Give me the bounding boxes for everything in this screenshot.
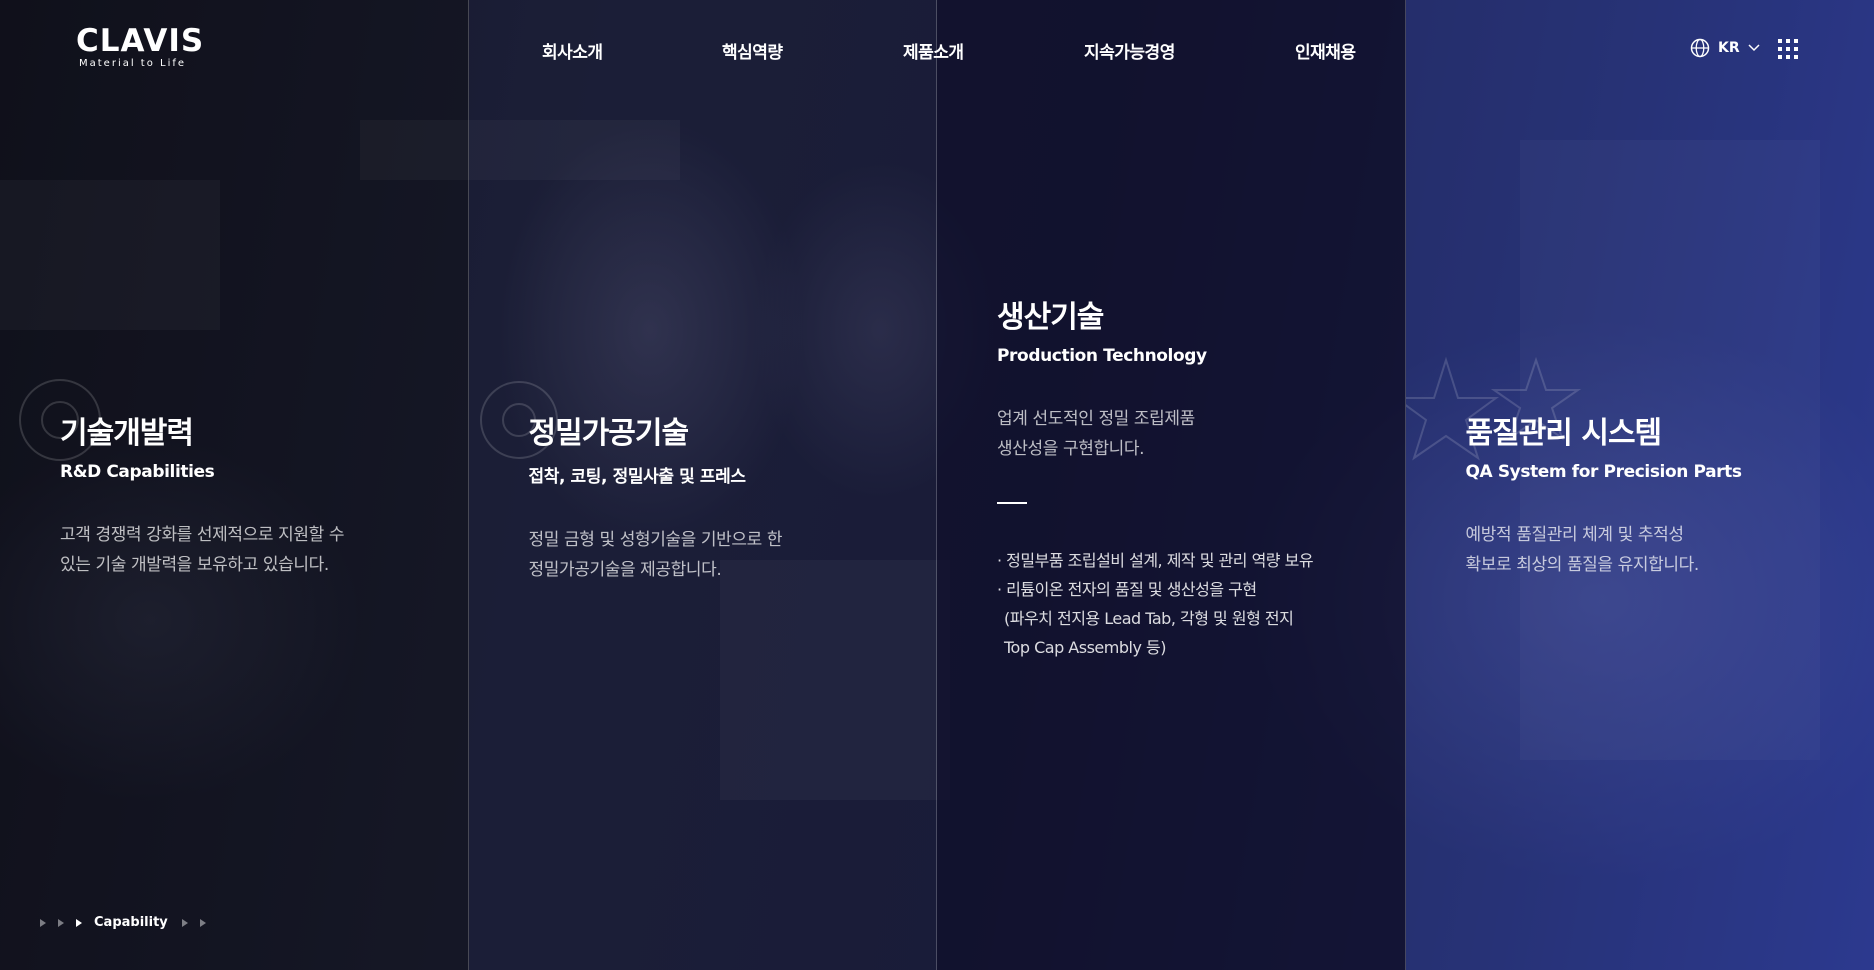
panel-content: 기술개발력 R&D Capabilities 고객 경쟁력 강화를 선제적으로 …	[60, 408, 428, 580]
panel-rnd[interactable]: 기술개발력 R&D Capabilities 고객 경쟁력 강화를 선제적으로 …	[0, 0, 469, 970]
desc-line: 생산성을 구현합니다.	[997, 439, 1145, 459]
pager-dot-active[interactable]	[76, 918, 82, 927]
site-header: CLAVIS Material to Life 회사소개 핵심역량 제품소개 지…	[0, 0, 1874, 100]
desc-line: 정밀 금형 및 성형기술을 기반으로 한	[528, 530, 783, 550]
panel-content: 정밀가공기술 접착, 코팅, 정밀사출 및 프레스 정밀 금형 및 성형기술을 …	[529, 408, 897, 585]
panel-subtitle: QA System for Precision Parts	[1465, 462, 1742, 482]
section-pager: Capability	[40, 915, 212, 930]
chevron-down-icon	[1748, 44, 1760, 52]
logo-text: CLAVIS	[76, 23, 205, 59]
panel-subtitle: Production Technology	[997, 346, 1207, 366]
nav-item-capability[interactable]: 핵심역량	[722, 38, 783, 63]
panel-production[interactable]: 생산기술 Production Technology 업계 선도적인 정밀 조립…	[937, 0, 1406, 970]
language-label: KR	[1718, 40, 1740, 56]
panel-description: 정밀 금형 및 성형기술을 기반으로 한 정밀가공기술을 제공합니다.	[529, 525, 897, 585]
panel-precision[interactable]: 정밀가공기술 접착, 코팅, 정밀사출 및 프레스 정밀 금형 및 성형기술을 …	[468, 0, 937, 970]
panel-subtitle: 접착, 코팅, 정밀사출 및 프레스	[528, 467, 746, 487]
panel-title: 기술개발력	[60, 416, 194, 451]
panel-title: 생산기술	[997, 300, 1104, 335]
list-item: · 정밀부품 조립설비 설계, 제작 및 관리 역량 보유	[997, 551, 1314, 570]
panel-description: 업계 선도적인 정밀 조립제품 생산성을 구현합니다.	[997, 404, 1365, 464]
pager-dot[interactable]	[58, 918, 64, 927]
panel-content: 생산기술 Production Technology 업계 선도적인 정밀 조립…	[997, 292, 1365, 662]
pager-dot[interactable]	[40, 918, 46, 927]
nav-item-sustainability[interactable]: 지속가능경영	[1084, 38, 1175, 63]
nav-item-careers[interactable]: 인재채용	[1295, 38, 1356, 63]
desc-line: 업계 선도적인 정밀 조립제품	[997, 409, 1195, 429]
desc-line: 고객 경쟁력 강화를 선제적으로 지원할 수	[60, 525, 345, 545]
panel-description: 예방적 품질관리 체계 및 추적성 확보로 최상의 품질을 유지합니다.	[1466, 520, 1835, 580]
capability-panels: 기술개발력 R&D Capabilities 고객 경쟁력 강화를 선제적으로 …	[0, 0, 1874, 970]
list-item: · 리튬이온 전자의 품질 및 생산성을 구현	[997, 580, 1257, 599]
desc-line: 예방적 품질관리 체계 및 추적성	[1465, 525, 1685, 545]
nav-item-products[interactable]: 제품소개	[903, 38, 964, 63]
panel-title: 정밀가공기술	[528, 416, 690, 451]
logo-tagline: Material to Life	[79, 58, 187, 69]
panel-qa[interactable]: 품질관리 시스템 QA System for Precision Parts 예…	[1405, 0, 1874, 970]
language-selector[interactable]: KR	[1690, 38, 1760, 58]
pager-dot[interactable]	[199, 918, 206, 927]
list-item: Top Cap Assembly 등)	[1004, 638, 1166, 657]
pager-label: Capability	[94, 915, 168, 930]
panel-description: 고객 경쟁력 강화를 선제적으로 지원할 수 있는 기술 개발력을 보유하고 있…	[60, 520, 428, 580]
logo[interactable]: CLAVIS Material to Life	[76, 24, 204, 69]
list-item: (파우치 전지용 Lead Tab, 각형 및 원형 전지	[1004, 609, 1294, 628]
pager-dot[interactable]	[181, 918, 188, 927]
panel-content: 품질관리 시스템 QA System for Precision Parts 예…	[1466, 408, 1835, 580]
grid-menu-icon[interactable]	[1778, 39, 1798, 59]
globe-icon	[1690, 38, 1710, 58]
desc-line: 정밀가공기술을 제공합니다.	[528, 560, 722, 580]
panel-title: 품질관리 시스템	[1465, 416, 1663, 451]
panel-subtitle: R&D Capabilities	[60, 462, 215, 482]
nav-item-company[interactable]: 회사소개	[542, 38, 603, 63]
bullet-list: · 정밀부품 조립설비 설계, 제작 및 관리 역량 보유 · 리튬이온 전자의…	[997, 546, 1365, 662]
desc-line: 확보로 최상의 품질을 유지합니다.	[1465, 555, 1700, 575]
desc-line: 있는 기술 개발력을 보유하고 있습니다.	[60, 555, 329, 575]
divider	[997, 502, 1027, 504]
